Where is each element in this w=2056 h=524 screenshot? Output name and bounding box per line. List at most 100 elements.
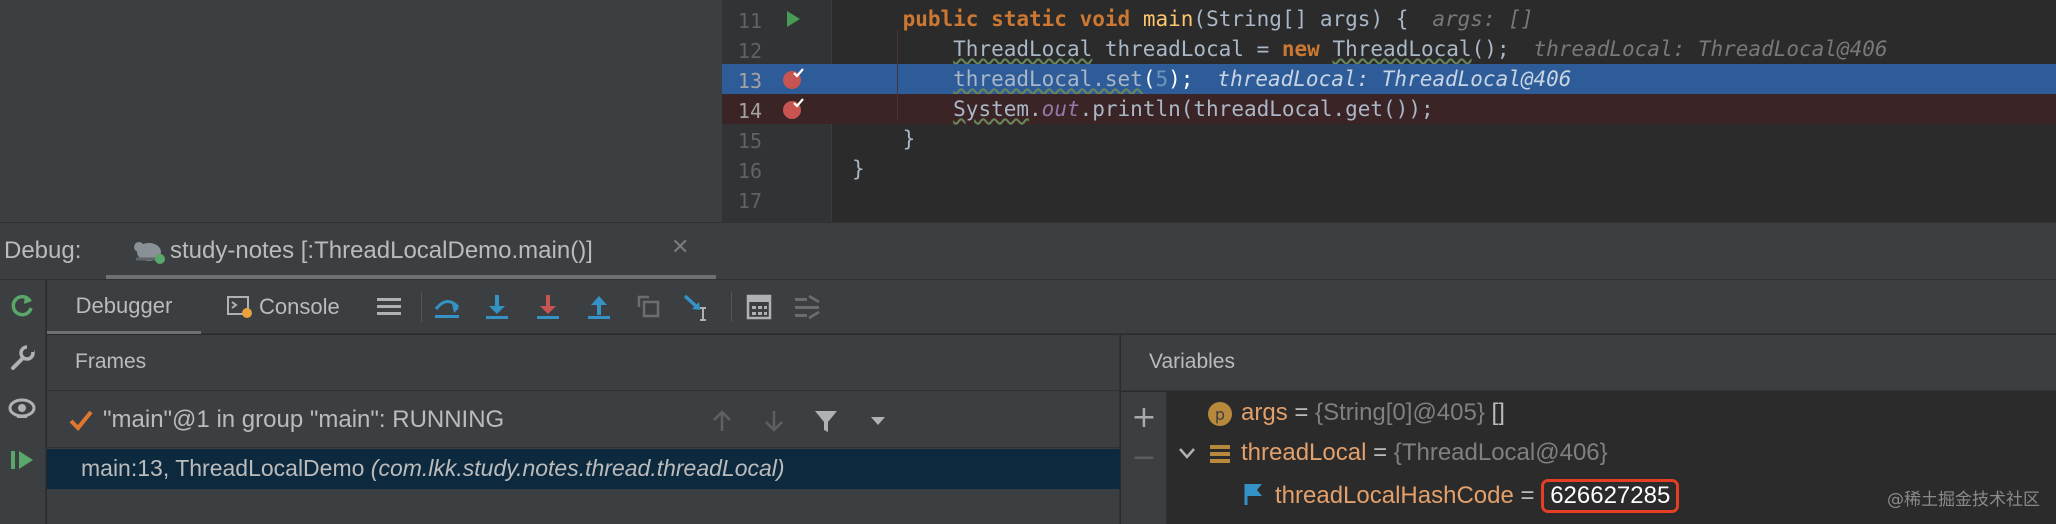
code-token: void: [1079, 7, 1131, 31]
code-token: new: [1281, 37, 1320, 61]
rerun-icon[interactable]: [6, 290, 38, 322]
code-token: }: [852, 157, 865, 181]
line-number[interactable]: 16: [722, 159, 762, 183]
code-token: out: [1041, 97, 1080, 121]
breakpoint-icon[interactable]: [782, 98, 804, 120]
code-token: threadLocal.set: [953, 67, 1143, 91]
resume-program-icon[interactable]: [6, 444, 38, 476]
code-line[interactable]: 12 ThreadLocal threadLocal = new ThreadL…: [722, 34, 2056, 64]
variable-value: []: [1484, 399, 1505, 426]
stack-frame-package: (com.lkk.study.notes.thread.threadLocal): [370, 455, 785, 481]
code-token: 5: [1155, 67, 1169, 91]
breakpoint-icon[interactable]: [782, 68, 804, 90]
line-number[interactable]: 17: [722, 189, 762, 213]
code-line[interactable]: 16}: [722, 154, 2056, 184]
wrench-icon[interactable]: [6, 342, 38, 374]
debugger-toolbar: Debugger Console: [47, 280, 2056, 334]
toolbar-separator: [421, 292, 422, 322]
step-out-icon[interactable]: [583, 291, 615, 323]
line-number[interactable]: 12: [722, 39, 762, 63]
filter-icon[interactable]: [811, 406, 841, 436]
code-token: );: [1168, 67, 1194, 91]
close-icon[interactable]: ✕: [671, 235, 689, 260]
variable-equals: =: [1287, 399, 1316, 426]
code-line[interactable]: 15 }: [722, 124, 2056, 154]
debug-tool-window-header: Debug: study-notes [:ThreadLocalDemo.mai…: [0, 222, 2056, 280]
variable-text: threadLocalHashCode = 626627285: [1275, 479, 1680, 513]
variable-type: {ThreadLocal@406}: [1393, 439, 1608, 466]
variables-side-toolbar: + −: [1121, 392, 1167, 524]
tab-console-label: Console: [259, 294, 340, 319]
code-text: }: [852, 127, 916, 151]
evaluate-expression-icon[interactable]: [743, 291, 775, 323]
debug-bug-icon: [134, 242, 165, 264]
add-watch-button[interactable]: +: [1129, 400, 1159, 435]
line-number[interactable]: 15: [722, 129, 762, 153]
stack-frame-row[interactable]: main:13, ThreadLocalDemo (com.lkk.study.…: [47, 449, 1120, 489]
run-to-cursor-icon[interactable]: [681, 291, 713, 323]
line-number[interactable]: 14: [722, 99, 762, 123]
code-editor[interactable]: 11 public static void main(String[] args…: [722, 0, 2056, 222]
code-token: }: [852, 127, 916, 151]
next-frame-icon[interactable]: [759, 406, 789, 436]
remove-watch-button[interactable]: −: [1129, 440, 1159, 475]
view-breakpoints-icon[interactable]: [6, 392, 38, 424]
tab-debugger-label: Debugger: [75, 292, 173, 318]
variable-equals: =: [1513, 482, 1542, 509]
step-over-icon[interactable]: [431, 291, 463, 323]
tab-console[interactable]: Console: [227, 280, 340, 334]
variable-name: args: [1241, 399, 1288, 426]
chevron-down-icon[interactable]: [863, 406, 893, 436]
frames-header: Frames: [47, 335, 1120, 391]
frames-panel: Frames "main"@1 in group "main": RUNNING…: [47, 335, 1120, 524]
previous-frame-icon[interactable]: [707, 406, 737, 436]
debug-session-tab[interactable]: study-notes [:ThreadLocalDemo.main()] ✕: [106, 223, 716, 279]
variable-text: threadLocal = {ThreadLocal@406}: [1241, 439, 1608, 467]
step-into-icon[interactable]: [481, 291, 513, 323]
variable-name: threadLocalHashCode: [1275, 482, 1514, 509]
checkmark-icon: [69, 410, 93, 431]
code-token: ThreadLocal: [1332, 37, 1472, 61]
code-token: [] args) {: [1281, 7, 1409, 31]
line-number[interactable]: 13: [722, 69, 762, 93]
trace-current-stream-icon[interactable]: [791, 291, 823, 323]
code-line[interactable]: 13 threadLocal.set(5); threadLocal: Threa…: [722, 64, 2056, 94]
code-token: String: [1206, 7, 1282, 31]
inline-debug-value: threadLocal: ThreadLocal@406: [1217, 67, 1572, 91]
stack-frame-method: main:13, ThreadLocalDemo: [81, 455, 371, 481]
field-flag-icon: [1244, 484, 1262, 505]
toolbar-separator: [731, 292, 732, 322]
debug-side-toolbar: [0, 280, 46, 524]
drop-frame-icon[interactable]: [633, 291, 665, 323]
console-icon: [227, 296, 252, 318]
variable-row-args[interactable]: p args = {String[0]@405} []: [1167, 393, 2056, 433]
run-gutter-icon[interactable]: [782, 8, 804, 30]
chevron-down-icon[interactable]: [1175, 441, 1199, 465]
thread-selector[interactable]: "main"@1 in group "main": RUNNING: [47, 392, 1120, 448]
variable-value-highlighted: 626627285: [1541, 479, 1680, 513]
code-token: threadLocal =: [1092, 37, 1282, 61]
force-step-into-icon[interactable]: [532, 291, 564, 323]
code-text: ThreadLocal threadLocal = new ThreadLoca…: [852, 37, 1887, 61]
code-token: (: [1193, 7, 1207, 31]
menu-icon[interactable]: [373, 291, 405, 323]
code-line[interactable]: 17: [722, 184, 2056, 214]
code-token: static: [991, 7, 1067, 31]
line-number[interactable]: 11: [722, 9, 762, 33]
code-token: ();: [1471, 37, 1510, 61]
variable-equals: =: [1366, 439, 1394, 466]
code-text: System.out.println(threadLocal.get());: [852, 97, 1433, 121]
thread-label: "main"@1 in group "main": RUNNING: [103, 406, 505, 433]
code-line[interactable]: 11 public static void main(String[] args…: [722, 4, 2056, 34]
code-token: ThreadLocal: [953, 37, 1093, 61]
parameter-icon: p: [1208, 402, 1232, 426]
variable-row-threadlocal[interactable]: threadLocal = {ThreadLocal@406}: [1167, 433, 2056, 473]
tab-debugger[interactable]: Debugger: [47, 280, 201, 334]
code-line[interactable]: 14 System.out.println(threadLocal.get())…: [722, 94, 2056, 124]
